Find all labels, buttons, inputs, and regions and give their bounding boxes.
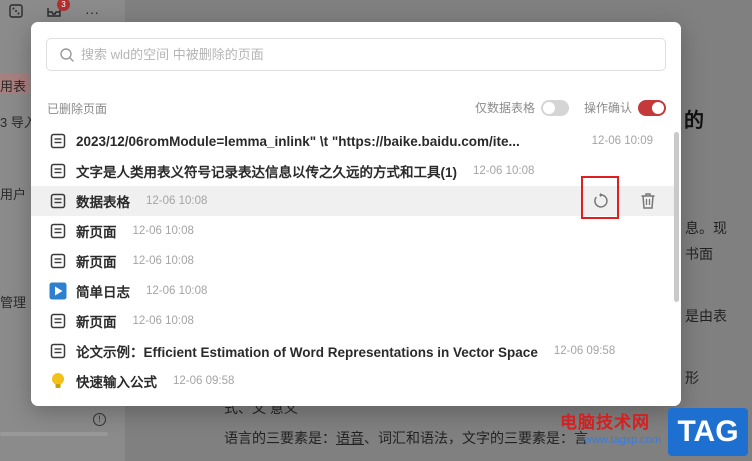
- deleted-date: 12-06 10:08: [132, 225, 194, 237]
- page-title: 论文示例：Efficient Estimation of Word Repres…: [76, 345, 538, 360]
- deleted-page-row[interactable]: 2023/12/06romModule=lemma_inlink" \t "ht…: [31, 126, 675, 156]
- sidebar-fragment: 用户: [0, 187, 27, 202]
- page-title: 2023/12/06romModule=lemma_inlink" \t "ht…: [76, 133, 520, 149]
- watermark-tag-logo: TAG: [668, 408, 748, 456]
- page-icon: [49, 162, 67, 180]
- page-icon: [49, 222, 67, 240]
- deleted-date: 12-06 10:08: [132, 255, 194, 267]
- watermark-site-name: 电脑技术网: [560, 413, 650, 432]
- info-icon[interactable]: !: [93, 413, 106, 426]
- document-paragraph: 语言的三要素是：语音、词汇和语法，文字的三要素是：言: [224, 428, 588, 448]
- document-text-fragment: 书面: [685, 246, 713, 262]
- deleted-page-row[interactable]: 新页面 12-06 10:08: [31, 246, 675, 276]
- page-icon: [49, 192, 67, 210]
- deleted-date: 12-06 10:08: [146, 195, 208, 207]
- deleted-page-row[interactable]: 新页面 12-06 10:08: [31, 216, 675, 246]
- paragraph-text: 、词汇和语法，文字的三要素是：言: [364, 430, 588, 446]
- document-text-fragment: 是由表: [685, 308, 727, 324]
- page-icon: [49, 132, 67, 150]
- search-box[interactable]: [46, 38, 666, 71]
- paragraph-text: 语言的三要素是：: [224, 430, 336, 446]
- document-text-fragment: 形: [685, 370, 699, 386]
- toggle-confirm-action[interactable]: 操作确认: [584, 99, 667, 116]
- deleted-page-row[interactable]: 快速输入公式 12-06 09:58: [31, 366, 675, 396]
- sidebar-fragment: 用表: [0, 79, 27, 94]
- deleted-page-row[interactable]: 数据表格 12-06 10:08: [31, 186, 675, 216]
- page-title: 新页面: [76, 225, 117, 240]
- deleted-date: 12-06 10:08: [132, 315, 194, 327]
- deleted-page-row[interactable]: 文字是人类用表义符号记录表达信息以传之久远的方式和工具(1) 12-06 10:0…: [31, 156, 675, 186]
- page-title: 快速输入公式: [76, 375, 157, 390]
- deleted-page-row[interactable]: 简单日志 12-06 10:08: [31, 276, 675, 306]
- delete-forever-button[interactable]: [631, 186, 665, 216]
- more-icon[interactable]: ···: [84, 4, 100, 20]
- switch-knob: [652, 101, 665, 114]
- section-title: 已删除页面: [47, 102, 108, 116]
- page-title: 新页面: [76, 315, 117, 330]
- watermark: 电脑技术网 www.tagxp.com TAG: [560, 408, 752, 458]
- document-title-fragment: 的: [684, 110, 704, 132]
- dice-icon[interactable]: [8, 4, 24, 20]
- deleted-page-row[interactable]: 论文示例：Efficient Estimation of Word Repres…: [31, 336, 675, 366]
- trash-modal: 已删除页面 仅数据表格 操作确认 2023/12/06romModule=lem…: [31, 22, 681, 406]
- page-title: 新页面: [76, 255, 117, 270]
- deleted-date: 12-06 09:58: [173, 375, 235, 387]
- top-toolbar: 3 ···: [8, 0, 100, 20]
- toggle-label: 操作确认: [584, 101, 633, 115]
- paragraph-link[interactable]: 语音: [336, 430, 364, 446]
- deleted-date: 12-06 09:58: [553, 345, 616, 357]
- deleted-date: 12-06 10:08: [146, 285, 208, 297]
- inbox-badge: 3: [57, 0, 70, 11]
- search-icon: [60, 47, 74, 62]
- toggle-only-tables[interactable]: 仅数据表格: [475, 99, 570, 116]
- page-title: 简单日志: [76, 285, 130, 300]
- sidebar-fragment: 管理: [0, 295, 27, 310]
- inbox-icon[interactable]: 3: [46, 0, 70, 20]
- only-tables-switch[interactable]: [541, 99, 570, 116]
- search-input[interactable]: [81, 47, 641, 62]
- sidebar-scroll-indicator: [0, 432, 108, 436]
- deleted-date: 12-06 10:08: [473, 165, 535, 177]
- play-icon: [49, 282, 67, 300]
- restore-highlight-box: [581, 176, 619, 219]
- watermark-url: www.tagxp.com: [584, 434, 662, 446]
- document-text-fragment: 息。现: [685, 220, 727, 236]
- page-icon: [49, 342, 67, 360]
- deleted-date: 12-06 10:09: [585, 135, 653, 147]
- deleted-page-row[interactable]: 新页面 12-06 10:08: [31, 306, 675, 336]
- switch-knob: [543, 101, 556, 114]
- page-title: 数据表格: [76, 195, 130, 210]
- toggle-label: 仅数据表格: [475, 101, 536, 115]
- page-title: 文字是人类用表义符号记录表达信息以传之久远的方式和工具(1): [76, 165, 457, 180]
- page-icon: [49, 252, 67, 270]
- section-header: 已删除页面 仅数据表格 操作确认: [47, 99, 667, 117]
- trash-icon: [641, 193, 655, 209]
- bulb-icon: [49, 372, 67, 390]
- list-scrollbar[interactable]: [674, 132, 679, 302]
- deleted-pages-list: 2023/12/06romModule=lemma_inlink" \t "ht…: [31, 126, 675, 406]
- page-icon: [49, 312, 67, 330]
- confirm-action-switch[interactable]: [638, 99, 667, 116]
